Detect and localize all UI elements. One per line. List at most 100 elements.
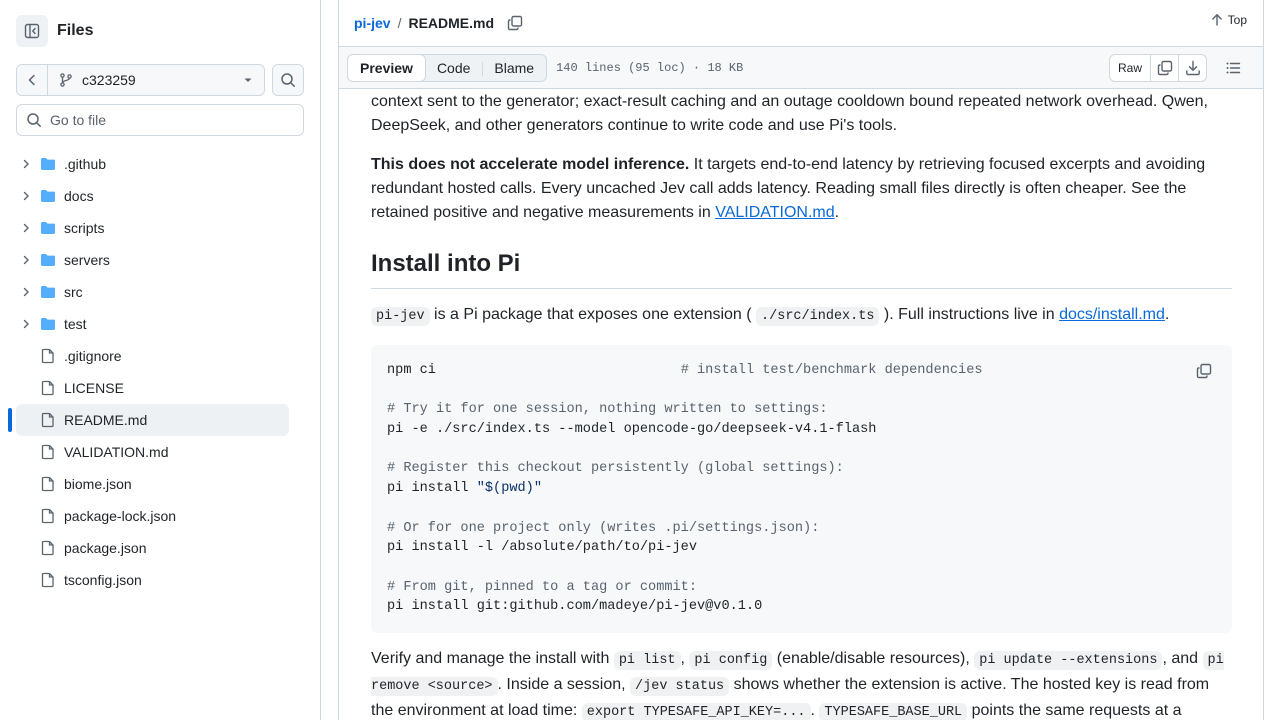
tree-item[interactable]: servers <box>16 244 289 276</box>
punctuation: . <box>834 204 840 221</box>
tree-item-label: package-lock.json <box>64 508 177 524</box>
tree-item-label: .github <box>64 156 107 172</box>
file-tree: .github docs scripts servers src test .gitigno… <box>8 148 304 596</box>
branch-selector[interactable]: c323259 <box>48 65 264 95</box>
code-text: pi install <box>387 481 477 497</box>
punctuation: . <box>1164 306 1170 323</box>
search-files-button[interactable] <box>272 64 304 96</box>
file-action-group: Raw <box>1108 54 1207 82</box>
file-icon <box>40 540 56 556</box>
folder-icon <box>40 316 56 332</box>
raw-button[interactable]: Raw <box>1110 55 1150 81</box>
inline-code: pi list <box>613 651 681 670</box>
tree-item[interactable]: docs <box>16 180 289 212</box>
paragraph-text: Verify and manage the install with <box>371 650 614 667</box>
paragraph-text: ). Full instructions live in <box>879 306 1060 323</box>
branch-control: c323259 <box>16 64 265 96</box>
tab-preview[interactable]: Preview <box>347 53 426 82</box>
file-icon <box>40 476 56 492</box>
tree-item[interactable]: VALIDATION.md <box>16 436 289 468</box>
tree-item-label: package.json <box>64 540 147 556</box>
tree-item[interactable]: biome.json <box>16 468 289 500</box>
validation-link[interactable]: VALIDATION.md <box>715 204 834 221</box>
code-line: pi install "$(pwd)" <box>387 479 1216 499</box>
paragraph-install: pi-jev is a Pi package that exposes one … <box>371 303 1232 329</box>
paragraph-text: is a Pi package that exposes one extensi… <box>429 306 757 323</box>
code-line: pi install git:github.com/madeye/pi-jev@… <box>387 597 1216 617</box>
go-to-file-input[interactable] <box>50 112 280 128</box>
tree-item[interactable]: package-lock.json <box>16 500 289 532</box>
code-line: # Register this checkout persistently (g… <box>387 459 1216 479</box>
tab-blame[interactable]: Blame <box>482 55 546 81</box>
tree-item[interactable]: test <box>16 308 289 340</box>
code-text: pi install -l /absolute/path/to/pi-jev <box>387 540 697 556</box>
paragraph-text: points the same requests at a <box>967 702 1182 719</box>
folder-icon <box>40 220 56 236</box>
code-text: pi -e ./src/index.ts --model opencode-go… <box>387 422 877 438</box>
chevron-right-icon[interactable] <box>18 190 34 202</box>
install-docs-link[interactable]: docs/install.md <box>1059 306 1165 323</box>
chevron-right-icon[interactable] <box>18 158 34 170</box>
sidebar-title: Files <box>57 22 94 39</box>
tree-item-label: tsconfig.json <box>64 572 142 588</box>
chevron-right-icon[interactable] <box>18 318 34 330</box>
code-comment: # install test/benchmark dependencies <box>680 363 983 378</box>
breadcrumb: pi-jev / README.md Top <box>339 0 1263 46</box>
code-text: npm ci <box>387 363 681 378</box>
tree-item[interactable]: LICENSE <box>16 372 289 404</box>
paragraph-intro: context sent to the generator; exact-res… <box>371 93 1208 134</box>
tree-item-label: src <box>64 284 83 300</box>
code-lines: npm ci # install test/benchmark dependen… <box>387 361 1216 617</box>
back-button[interactable] <box>17 65 48 95</box>
tree-item-label: scripts <box>64 220 105 236</box>
search-icon <box>281 73 295 87</box>
chevron-right-icon[interactable] <box>18 286 34 298</box>
tree-item[interactable]: scripts <box>16 212 289 244</box>
inline-code: pi config <box>689 651 773 670</box>
inline-code: ./src/index.ts <box>756 307 880 326</box>
breadcrumb-repo-link[interactable]: pi-jev <box>354 15 391 31</box>
arrow-up-icon <box>1211 14 1222 26</box>
chevron-right-icon[interactable] <box>18 222 34 234</box>
tree-item[interactable]: README.md <box>8 404 289 436</box>
collapse-sidebar-button[interactable] <box>16 15 48 47</box>
download-button[interactable] <box>1178 55 1206 81</box>
top-button[interactable]: Top <box>1210 13 1247 27</box>
code-comment: # From git, pinned to a tag or commit: <box>387 579 697 595</box>
file-viewer: pi-jev / README.md Top Preview Code Blam… <box>338 0 1264 720</box>
caret-down-icon <box>244 78 252 82</box>
inline-code: pi update --extensions <box>974 651 1163 670</box>
chevron-right-icon[interactable] <box>18 254 34 266</box>
tree-item[interactable]: .gitignore <box>16 340 289 372</box>
copy-code-button[interactable] <box>1190 357 1218 385</box>
code-line: # Try it for one session, nothing writte… <box>387 400 1216 420</box>
view-mode-switch: Preview Code Blame <box>347 53 548 82</box>
copy-icon <box>1157 60 1172 76</box>
branch-row: c323259 <box>16 64 304 96</box>
copy-path-button[interactable] <box>507 15 523 31</box>
go-to-file-field[interactable] <box>16 104 304 136</box>
file-icon <box>40 380 56 396</box>
tab-code[interactable]: Code <box>425 55 482 81</box>
tree-item-label: README.md <box>64 412 148 428</box>
copy-icon <box>1196 363 1212 379</box>
tree-item[interactable]: package.json <box>16 532 289 564</box>
file-icon <box>40 444 56 460</box>
copy-raw-button[interactable] <box>1150 55 1178 81</box>
chevron-left-icon <box>28 74 35 86</box>
file-actions: Raw <box>1108 54 1247 82</box>
download-icon <box>1185 60 1200 76</box>
paragraph-text: . Inside a session, <box>497 676 631 693</box>
tree-item[interactable]: src <box>16 276 289 308</box>
tree-item-label: docs <box>64 188 94 204</box>
outline-button[interactable] <box>1219 54 1247 82</box>
inline-code: /jev status <box>630 677 730 696</box>
tree-item[interactable]: tsconfig.json <box>16 564 289 596</box>
inline-code: pi-jev <box>371 307 430 326</box>
tree-item-label: VALIDATION.md <box>64 444 169 460</box>
top-label: Top <box>1227 13 1247 27</box>
tree-item[interactable]: .github <box>16 148 289 180</box>
